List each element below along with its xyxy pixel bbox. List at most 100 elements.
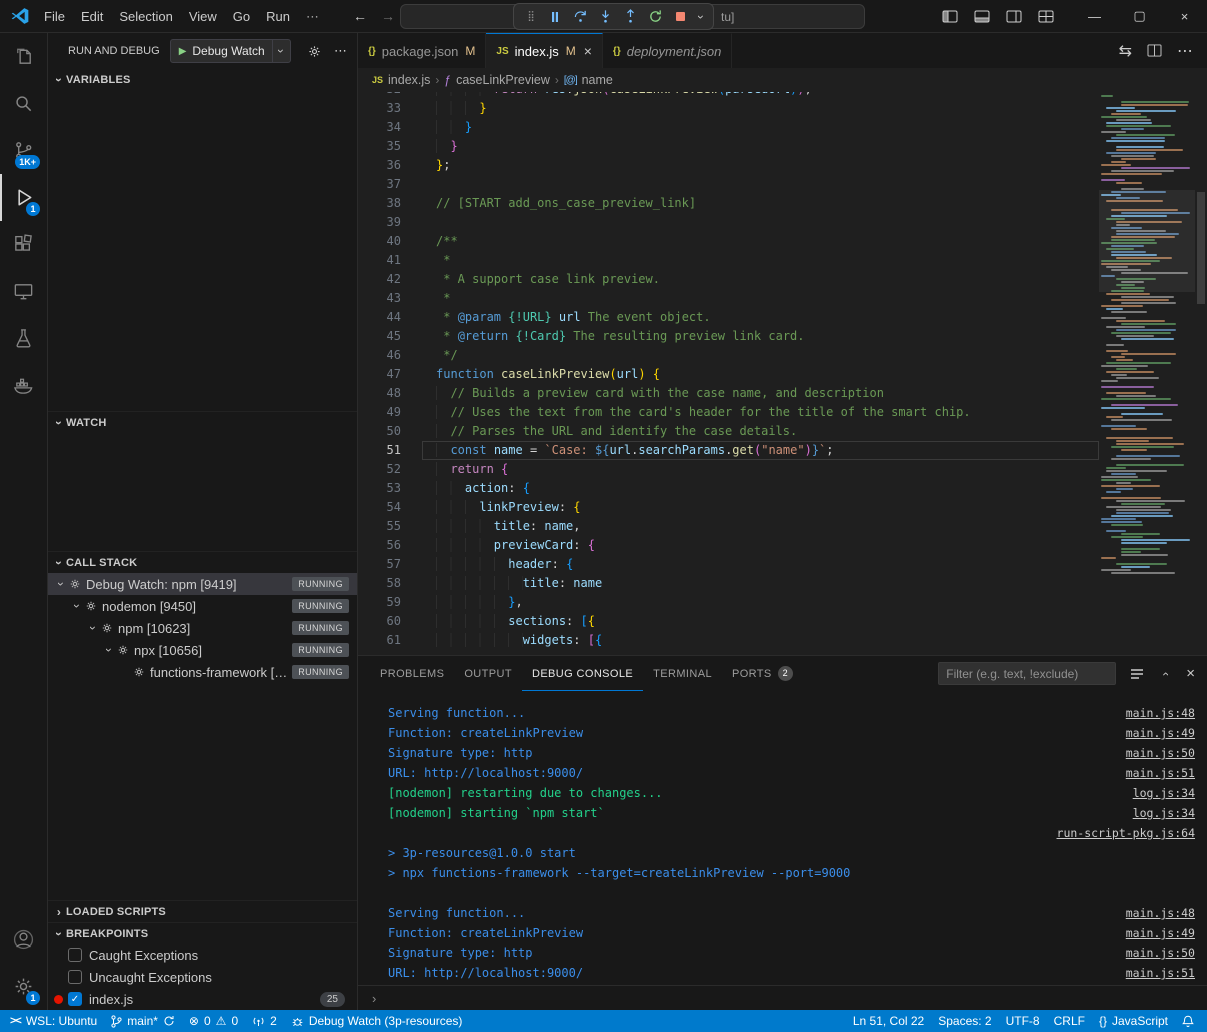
- minimap[interactable]: [1099, 92, 1195, 655]
- line-number[interactable]: 34: [358, 118, 422, 137]
- start-debug-icon[interactable]: ▶: [179, 46, 187, 57]
- code-line[interactable]: 46 */: [358, 346, 1099, 365]
- code-line[interactable]: 56 previewCard: {: [358, 536, 1099, 555]
- line-number[interactable]: 49: [358, 403, 422, 422]
- cursor-position[interactable]: Ln 51, Col 22: [846, 1010, 931, 1032]
- toggle-secondary-sidebar-icon[interactable]: [1006, 10, 1022, 23]
- breakpoints-section-header[interactable]: › BREAKPOINTS: [48, 922, 357, 944]
- code-line[interactable]: 33 }: [358, 99, 1099, 118]
- twistie-icon[interactable]: ›: [86, 621, 100, 635]
- line-number[interactable]: 58: [358, 574, 422, 593]
- console-source-link[interactable]: run-script-pkg.js:64: [1057, 823, 1195, 843]
- close-window-button[interactable]: ×: [1162, 0, 1207, 33]
- remote-explorer-icon[interactable]: [0, 268, 47, 315]
- menu-run[interactable]: Run: [258, 0, 298, 33]
- line-number[interactable]: 50: [358, 422, 422, 441]
- line-number[interactable]: 37: [358, 175, 422, 194]
- line-number[interactable]: 60: [358, 612, 422, 631]
- toggle-sidebar-icon[interactable]: [942, 10, 958, 23]
- forward-arrow-icon[interactable]: →: [381, 8, 395, 24]
- code-line[interactable]: 51 const name = `Case: ${url.searchParam…: [358, 441, 1099, 460]
- call-stack-session[interactable]: functions-framework [106...RUNNING: [48, 661, 357, 683]
- console-source-link[interactable]: main.js:51: [1126, 763, 1195, 783]
- breadcrumb-symbol[interactable]: [@] name: [564, 73, 613, 87]
- search-icon[interactable]: [0, 80, 47, 127]
- close-tab-icon[interactable]: ×: [584, 43, 592, 59]
- breakpoint-item[interactable]: Caught Exceptions: [48, 944, 357, 966]
- code-line[interactable]: 41 *: [358, 251, 1099, 270]
- code-line[interactable]: 44 * @param {!URL} url The event object.: [358, 308, 1099, 327]
- code-line[interactable]: 37: [358, 175, 1099, 194]
- step-over-button[interactable]: [569, 6, 591, 28]
- sidebar-more-actions-icon[interactable]: ⋯: [334, 43, 347, 59]
- line-number[interactable]: 42: [358, 270, 422, 289]
- line-number[interactable]: 52: [358, 460, 422, 479]
- code-line[interactable]: 38// [START add_ons_case_preview_link]: [358, 194, 1099, 213]
- toggle-panel-icon[interactable]: [974, 10, 990, 23]
- breakpoint-item[interactable]: Uncaught Exceptions: [48, 966, 357, 988]
- line-number[interactable]: 57: [358, 555, 422, 574]
- pause-button[interactable]: [544, 6, 566, 28]
- console-filter-input[interactable]: [938, 662, 1116, 685]
- code-line[interactable]: 34 }: [358, 118, 1099, 137]
- code-line[interactable]: 52 return {: [358, 460, 1099, 479]
- editor-more-actions-icon[interactable]: ⋯: [1177, 41, 1193, 61]
- step-out-button[interactable]: [619, 6, 641, 28]
- line-number[interactable]: 40: [358, 232, 422, 251]
- sync-icon[interactable]: [163, 1015, 175, 1027]
- line-number[interactable]: 59: [358, 593, 422, 612]
- open-changes-icon[interactable]: ⇆: [1119, 41, 1132, 61]
- indentation[interactable]: Spaces: 2: [931, 1010, 998, 1032]
- code-pane[interactable]: 32 return res.json(caseLinkPreview(parse…: [358, 92, 1099, 655]
- line-number[interactable]: 46: [358, 346, 422, 365]
- code-line[interactable]: 39: [358, 213, 1099, 232]
- code-line[interactable]: 55 title: name,: [358, 517, 1099, 536]
- problems-indicator[interactable]: ⊗ 0 ⚠ 0: [182, 1010, 245, 1032]
- code-line[interactable]: 40/**: [358, 232, 1099, 251]
- tab-debug-console[interactable]: DEBUG CONSOLE: [522, 656, 643, 691]
- step-into-button[interactable]: [594, 6, 616, 28]
- line-number[interactable]: 53: [358, 479, 422, 498]
- code-line[interactable]: 58 title: name: [358, 574, 1099, 593]
- editor-scrollbar[interactable]: [1195, 92, 1207, 655]
- variables-section-header[interactable]: › VARIABLES: [48, 69, 357, 91]
- line-number[interactable]: 48: [358, 384, 422, 403]
- call-stack-session[interactable]: ›npx [10656]RUNNING: [48, 639, 357, 661]
- call-stack-session[interactable]: ›Debug Watch: npm [9419]RUNNING: [48, 573, 357, 595]
- language-mode[interactable]: {} JavaScript: [1092, 1010, 1175, 1032]
- command-center[interactable]: ⣿ › tu]: [400, 4, 865, 29]
- watch-section-header[interactable]: › WATCH: [48, 411, 357, 433]
- menu-view[interactable]: View: [181, 0, 225, 33]
- code-line[interactable]: 61 widgets: [{: [358, 631, 1099, 650]
- code-line[interactable]: 60 sections: [{: [358, 612, 1099, 631]
- code-line[interactable]: 59 },: [358, 593, 1099, 612]
- line-number[interactable]: 47: [358, 365, 422, 384]
- maximize-button[interactable]: ▢: [1117, 0, 1162, 33]
- line-number[interactable]: 38: [358, 194, 422, 213]
- run-and-debug-icon[interactable]: 1: [0, 174, 47, 221]
- settings-gear-icon[interactable]: 1: [0, 963, 47, 1010]
- console-lines-icon[interactable]: [1130, 668, 1144, 680]
- menu-edit[interactable]: Edit: [73, 0, 111, 33]
- menu-overflow-icon[interactable]: ⋯: [298, 0, 327, 33]
- tab-problems[interactable]: PROBLEMS: [370, 656, 454, 691]
- menu-selection[interactable]: Selection: [111, 0, 180, 33]
- breadcrumb-file[interactable]: JS index.js: [372, 73, 430, 87]
- console-output[interactable]: Serving function...main.js:48Function: c…: [358, 691, 1207, 985]
- line-number[interactable]: 43: [358, 289, 422, 308]
- console-source-link[interactable]: main.js:49: [1126, 723, 1195, 743]
- console-source-link[interactable]: main.js:51: [1126, 963, 1195, 983]
- line-number[interactable]: 54: [358, 498, 422, 517]
- remote-indicator[interactable]: >< WSL: Ubuntu: [0, 1010, 104, 1032]
- console-source-link[interactable]: log.js:34: [1133, 803, 1195, 823]
- code-line[interactable]: 48 // Builds a preview card with the cas…: [358, 384, 1099, 403]
- tab-deployment-json[interactable]: {} deployment.json: [603, 33, 732, 68]
- scrollbar-thumb[interactable]: [1197, 192, 1205, 304]
- console-source-link[interactable]: log.js:34: [1133, 783, 1195, 803]
- code-line[interactable]: 49 // Uses the text from the card's head…: [358, 403, 1099, 422]
- line-number[interactable]: 55: [358, 517, 422, 536]
- split-editor-icon[interactable]: [1147, 44, 1162, 57]
- eol-sequence[interactable]: CRLF: [1047, 1010, 1092, 1032]
- stop-button[interactable]: [669, 6, 691, 28]
- twistie-icon[interactable]: ›: [102, 643, 116, 657]
